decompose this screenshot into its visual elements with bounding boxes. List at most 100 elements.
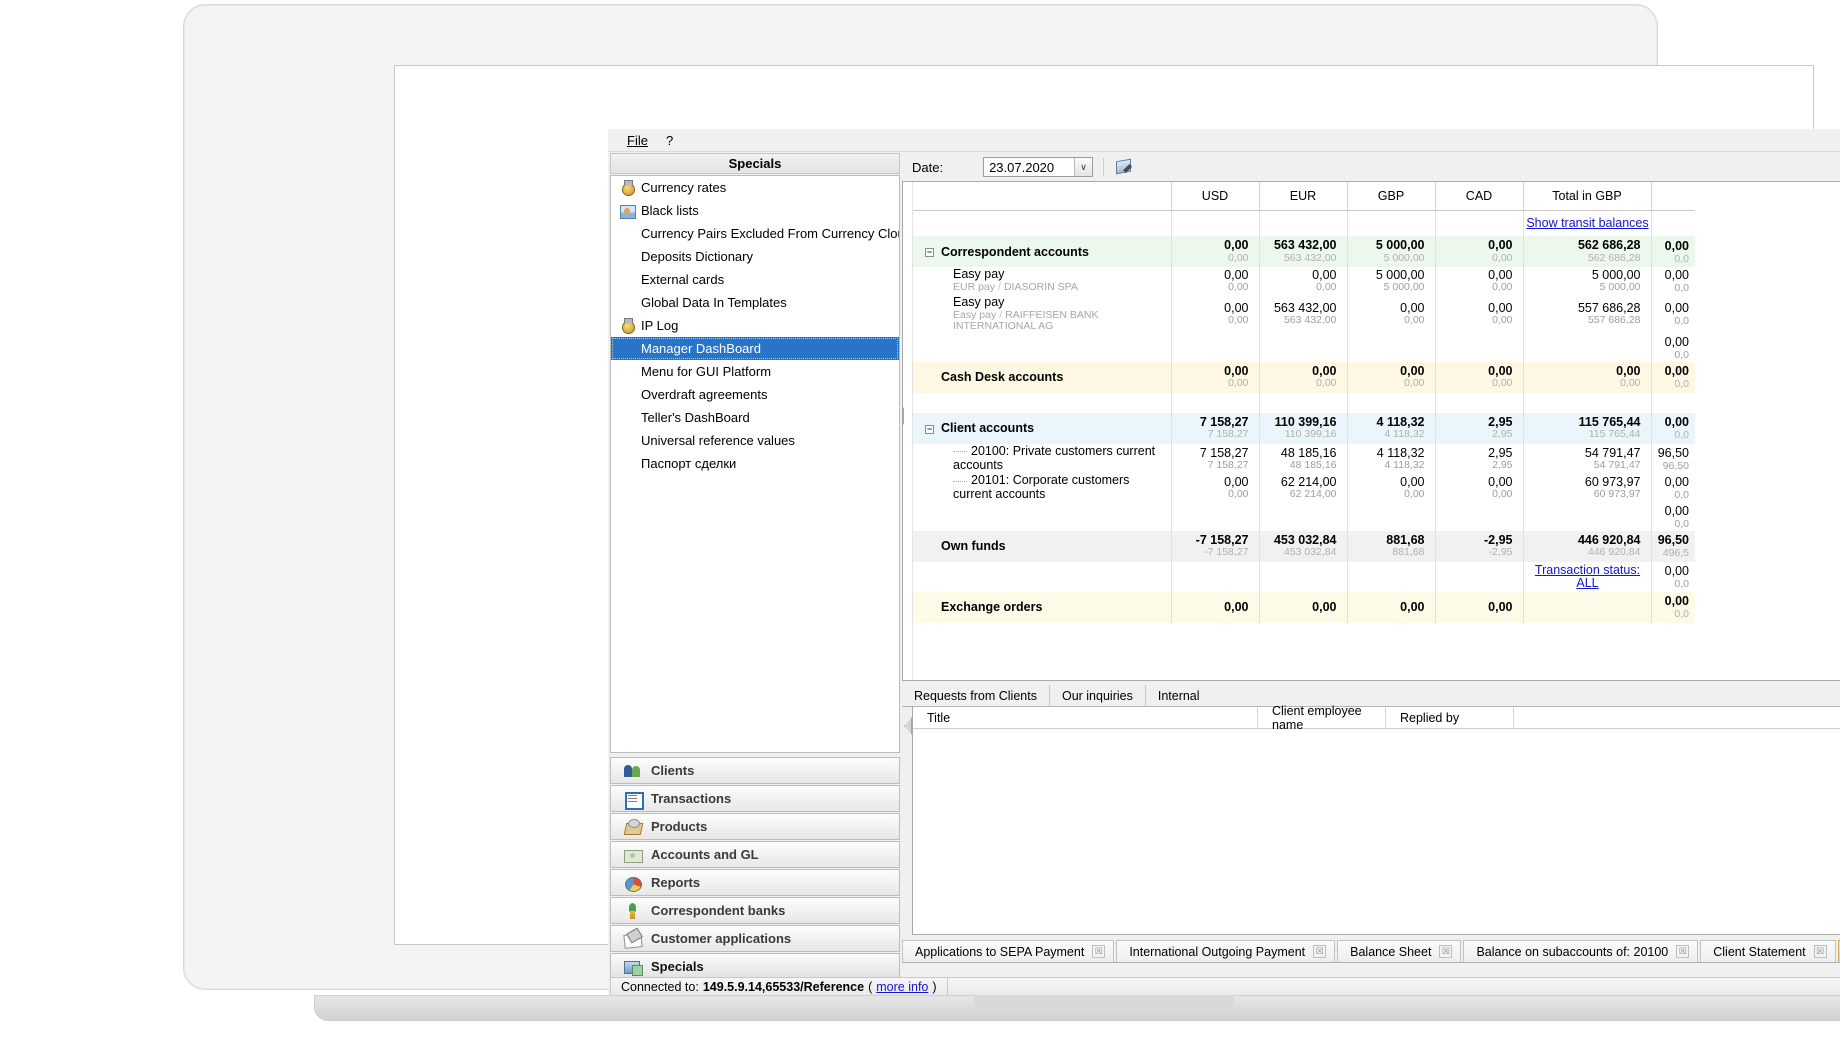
tree-item-ip-log[interactable]: IP Log xyxy=(611,314,899,337)
doc-tab-balance-sheet[interactable]: Balance Sheet ☒ xyxy=(1337,940,1461,962)
row-sublabel: EUR pay/DIASORIN SPA xyxy=(953,282,1170,294)
tab-requests-from-clients[interactable]: Requests from Clients xyxy=(902,685,1050,706)
nav-button-label: Clients xyxy=(651,763,694,778)
row-label: Easy pay xyxy=(953,296,1170,310)
connected-to-label: Connected to: xyxy=(621,980,699,994)
tree-line-icon xyxy=(953,481,967,482)
empty-cell xyxy=(1259,393,1347,413)
tree-item-external-cards[interactable]: External cards xyxy=(611,268,899,291)
tree-item-black-lists[interactable]: Black lists xyxy=(611,199,899,222)
table-row[interactable]: −Correspondent accounts 0,00 0,00 563 43… xyxy=(913,236,1695,267)
close-icon[interactable]: ☒ xyxy=(1313,945,1326,958)
tree-item-label: Currency rates xyxy=(641,180,726,195)
cell-gbp: 4 118,32 4 118,32 xyxy=(1347,444,1435,474)
col-header-client-employee-name[interactable]: Client employee name xyxy=(1258,707,1386,728)
more-info-link[interactable]: more info xyxy=(876,980,928,994)
tree-item-global-data-in-templates[interactable]: Global Data In Templates xyxy=(611,291,899,314)
doc-tab-international-outgoing-payment[interactable]: International Outgoing Payment ☒ xyxy=(1116,940,1335,962)
cell-total-gbp: 54 791,47 54 791,47 xyxy=(1523,444,1651,474)
nav-button-clients[interactable]: Clients xyxy=(610,757,900,784)
close-icon[interactable]: ☒ xyxy=(1439,945,1452,958)
tab-our-inquiries[interactable]: Our inquiries xyxy=(1050,685,1146,706)
cell-eur: 453 032,84 453 032,84 xyxy=(1259,531,1347,562)
col-header-title[interactable]: Title xyxy=(913,707,1258,728)
empty-cell xyxy=(1171,562,1259,592)
clipped-cell xyxy=(1651,210,1695,236)
cell-cad: 2,95 2,95 xyxy=(1435,444,1523,474)
collapse-expander-icon[interactable]: − xyxy=(925,248,934,257)
bottom-panel-collapse-handle[interactable] xyxy=(904,717,912,735)
blank-icon xyxy=(619,410,636,426)
tree-item-pasport-sdelki[interactable]: Паспорт сделки xyxy=(611,452,899,475)
balances-grid: USD EUR GBP CAD Total in GBP xyxy=(902,181,1840,681)
doc-tab-balance-on-subaccounts[interactable]: Balance on subaccounts of: 20100 ☒ xyxy=(1463,940,1698,962)
close-icon[interactable]: ☒ xyxy=(1092,945,1105,958)
laptop-frame: File ? Specials Currency rates Black lis… xyxy=(0,0,1840,1040)
nav-button-customer-applications[interactable]: Customer applications xyxy=(610,925,900,952)
table-row[interactable]: Easy pay EUR pay/DIASORIN SPA 0,00 0,00 … xyxy=(913,267,1695,295)
export-icon[interactable] xyxy=(1114,158,1134,176)
tree-item-deposits-dictionary[interactable]: Deposits Dictionary xyxy=(611,245,899,268)
spacer-row: 0,00 0,0 xyxy=(913,334,1695,362)
specials-tree[interactable]: Currency rates Black lists Currency Pair… xyxy=(610,175,900,753)
date-input[interactable]: 23.07.2020 ∨ xyxy=(983,157,1093,177)
col-header-replied-by[interactable]: Replied by xyxy=(1386,707,1514,728)
empty-cell xyxy=(1259,334,1347,362)
empty-cell xyxy=(1347,562,1435,592)
table-row[interactable]: Own funds -7 158,27 -7 158,27 453 032,84… xyxy=(913,531,1695,562)
clipped-cell: 0,00 0,0 xyxy=(1651,503,1695,531)
tab-internal[interactable]: Internal xyxy=(1146,685,1212,706)
paren-close: ) xyxy=(932,980,936,994)
nav-button-accounts-and-gl[interactable]: Accounts and GL xyxy=(610,841,900,868)
tree-item-label: Global Data In Templates xyxy=(641,295,787,310)
nav-button-transactions[interactable]: Transactions xyxy=(610,785,900,812)
blank-icon xyxy=(619,433,636,449)
collapse-expander-icon[interactable]: − xyxy=(925,425,934,434)
cell-cad: 0,00 0,00 xyxy=(1435,473,1523,503)
nav-button-reports[interactable]: Reports xyxy=(610,869,900,896)
table-row[interactable]: 20100: Private customers current account… xyxy=(913,444,1695,474)
doc-tab-applications-to-sepa-payment[interactable]: Applications to SEPA Payment ☒ xyxy=(902,940,1114,962)
menu-item-help[interactable]: ? xyxy=(657,131,682,150)
nav-button-label: Correspondent banks xyxy=(651,903,785,918)
table-row[interactable]: 20101: Corporate customers current accou… xyxy=(913,473,1695,503)
close-icon[interactable]: ☒ xyxy=(1814,945,1827,958)
tree-item-menu-for-gui-platform[interactable]: Menu for GUI Platform xyxy=(611,360,899,383)
table-row[interactable]: Exchange orders 0,00 0,00 xyxy=(913,592,1695,623)
tree-item-overdraft-agreements[interactable]: Overdraft agreements xyxy=(611,383,899,406)
tree-item-tellers-dashboard[interactable]: Teller's DashBoard xyxy=(611,406,899,429)
toolbar-separator xyxy=(1103,158,1104,176)
paren-open: ( xyxy=(868,980,872,994)
empty-cell xyxy=(1259,210,1347,236)
cell-total-gbp: 115 765,44 115 765,44 xyxy=(1523,413,1651,444)
tree-item-currency-pairs-excluded[interactable]: Currency Pairs Excluded From Currency Cl… xyxy=(611,222,899,245)
grid-collapse-handle[interactable] xyxy=(902,407,904,425)
menu-file-label: File xyxy=(627,133,648,148)
cell-usd: 0,00 xyxy=(1171,592,1259,623)
nav-button-correspondent-banks[interactable]: Correspondent banks xyxy=(610,897,900,924)
menu-item-file[interactable]: File xyxy=(618,131,657,150)
nav-button-specials[interactable]: Specials xyxy=(610,953,900,980)
empty-cell xyxy=(913,562,1171,592)
chevron-down-icon[interactable]: ∨ xyxy=(1074,158,1092,176)
tree-item-manager-dashboard[interactable]: Manager DashBoard xyxy=(611,337,899,360)
menu-bar: File ? xyxy=(608,129,1840,152)
table-row[interactable]: −Client accounts 7 158,27 7 158,27 110 3… xyxy=(913,413,1695,444)
transaction-status-link[interactable]: Transaction status: ALL xyxy=(1535,563,1640,590)
close-icon[interactable]: ☒ xyxy=(1676,945,1689,958)
cell-total-gbp: 557 686,28 557 686,28 xyxy=(1523,295,1651,334)
nav-button-products[interactable]: Products xyxy=(610,813,900,840)
empty-cell xyxy=(1171,393,1259,413)
clipped-cell: 0,00 0,0 xyxy=(1651,362,1695,393)
tree-item-universal-reference-values[interactable]: Universal reference values xyxy=(611,429,899,452)
row-label: 20101: Corporate customers current accou… xyxy=(953,473,1129,501)
tree-item-currency-rates[interactable]: Currency rates xyxy=(611,176,899,199)
col-header-blank[interactable] xyxy=(1514,707,1840,728)
show-transit-balances-link[interactable]: Show transit balances xyxy=(1526,216,1648,230)
table-row[interactable]: Easy pay Easy pay/RAIFFEISEN BANK INTERN… xyxy=(913,295,1695,334)
table-row[interactable]: Cash Desk accounts 0,00 0,00 0,00 0,00 xyxy=(913,362,1695,393)
doc-tab-client-statement[interactable]: Client Statement ☒ xyxy=(1700,940,1835,962)
requests-grid: Title Client employee name Replied by xyxy=(912,707,1840,935)
tree-item-label: Menu for GUI Platform xyxy=(641,364,771,379)
clipped-cell: 0,00 0,0 xyxy=(1651,295,1695,334)
